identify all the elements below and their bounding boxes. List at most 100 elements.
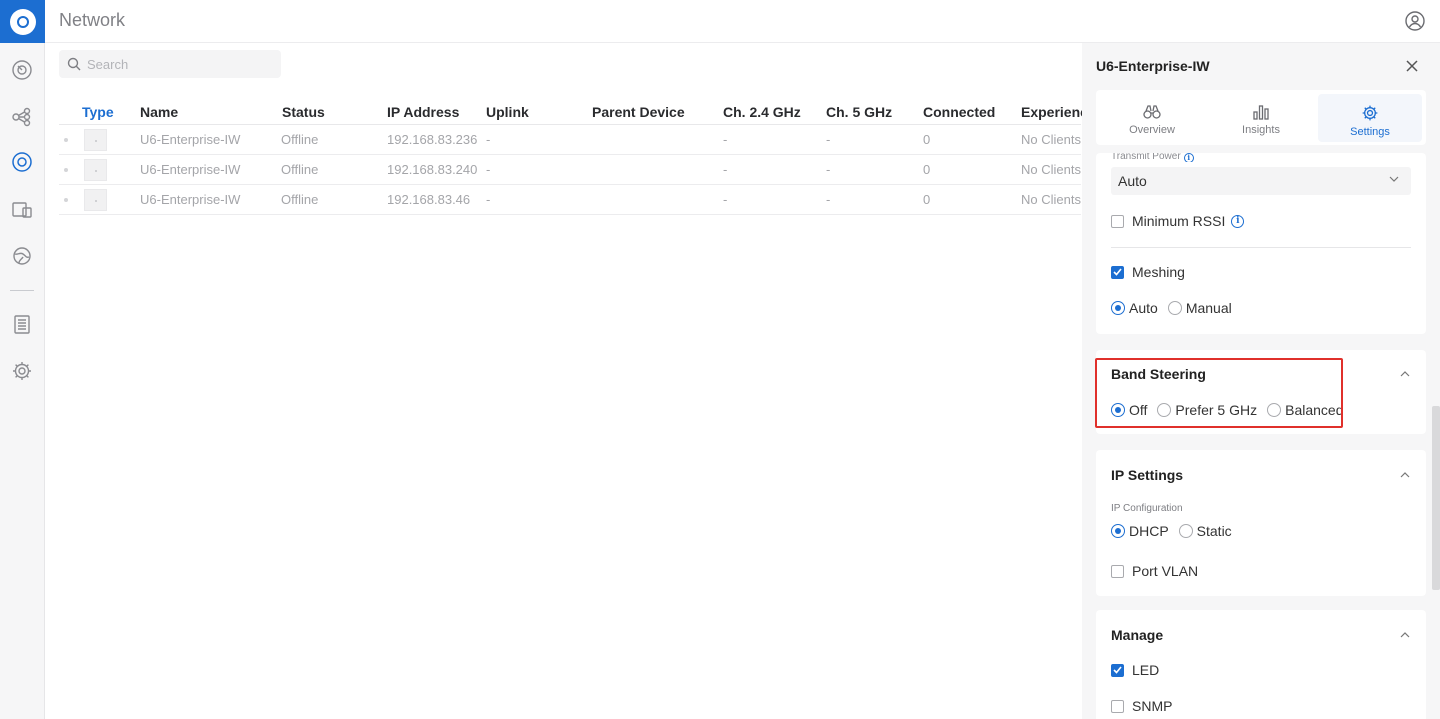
binoculars-icon — [1143, 105, 1161, 119]
chevron-up-icon[interactable] — [1400, 472, 1410, 478]
device-thumbnail — [84, 129, 107, 151]
search-box[interactable] — [59, 50, 281, 78]
port-vlan-option[interactable]: Port VLAN — [1111, 563, 1198, 579]
cell-name: U6-Enterprise-IW — [140, 192, 241, 207]
divider — [1111, 247, 1411, 248]
chevron-up-icon[interactable] — [1400, 371, 1410, 377]
info-icon[interactable]: i — [1231, 214, 1245, 228]
chevron-down-icon — [1389, 176, 1399, 182]
app-logo[interactable] — [0, 0, 45, 43]
radio-settings-card: Transmit Power i Auto Minimum RSSI i Mesh… — [1096, 153, 1426, 334]
rail-divider — [10, 290, 34, 291]
status-dot — [64, 138, 68, 142]
tab-overview[interactable]: Overview — [1100, 94, 1204, 142]
cell-uplink: - — [486, 162, 491, 177]
cell-connected: 0 — [923, 132, 931, 147]
cell-experience: No Clients — [1021, 162, 1081, 177]
column-header-ip-address[interactable]: IP Address — [387, 104, 459, 120]
column-header-experience[interactable]: Experienc — [1021, 104, 1088, 120]
manage-title: Manage — [1111, 627, 1164, 643]
meshing-checkbox[interactable] — [1111, 265, 1124, 279]
cell-ch24: - — [723, 192, 728, 207]
cell-ip: 192.168.83.46 — [387, 192, 471, 207]
snmp-checkbox[interactable] — [1111, 699, 1124, 713]
dashboard-icon[interactable] — [9, 57, 35, 83]
device-thumbnail — [84, 159, 107, 181]
table-row[interactable]: U6-Enterprise-IW Offline 192.168.83.46 -… — [59, 185, 1081, 215]
status-dot — [64, 168, 68, 172]
panel-scrollbar[interactable] — [1432, 406, 1440, 590]
close-icon[interactable] — [1406, 59, 1418, 77]
ip-configuration-radios: DHCP Static — [1111, 523, 1242, 539]
status-dot — [64, 198, 68, 202]
column-header-ch-24[interactable]: Ch. 2.4 GHz — [723, 104, 801, 120]
meshing-auto-radio[interactable]: Auto — [1111, 300, 1158, 316]
table-row[interactable]: U6-Enterprise-IW Offline 192.168.83.236 … — [59, 125, 1081, 155]
ip-configuration-label: IP Configuration — [1111, 503, 1183, 514]
page-title: Network — [59, 10, 126, 30]
cell-connected: 0 — [923, 192, 931, 207]
cell-experience: No Clients — [1021, 192, 1081, 207]
cell-uplink: - — [486, 132, 491, 147]
ip-static-radio[interactable]: Static — [1178, 523, 1232, 539]
column-header-status[interactable]: Status — [282, 104, 325, 120]
left-nav-rail — [0, 0, 45, 719]
cell-uplink: - — [486, 192, 491, 207]
table-row[interactable]: U6-Enterprise-IW Offline 192.168.83.240 … — [59, 155, 1081, 185]
ip-dhcp-radio[interactable]: DHCP — [1111, 523, 1169, 539]
cell-status: Offline — [281, 162, 319, 177]
search-icon — [67, 57, 81, 71]
meshing-mode-radios: Auto Manual — [1111, 300, 1242, 316]
cell-ch5: - — [826, 192, 831, 207]
user-account-icon[interactable] — [1404, 10, 1426, 37]
column-header-ch-5[interactable]: Ch. 5 GHz — [826, 104, 892, 120]
search-input[interactable] — [87, 56, 267, 72]
insights-globe-icon[interactable] — [9, 243, 35, 269]
led-option[interactable]: LED — [1111, 662, 1159, 678]
ip-settings-card: IP Settings IP Configuration DHCP Static… — [1096, 450, 1426, 596]
band-steering-highlight-box — [1095, 358, 1343, 428]
topology-icon[interactable] — [9, 104, 35, 130]
cell-ch24: - — [723, 162, 728, 177]
panel-title: U6-Enterprise-IW — [1096, 58, 1210, 74]
cell-connected: 0 — [923, 162, 931, 177]
table-header: Type Name Status IP Address Uplink Paren… — [59, 100, 1088, 125]
led-checkbox[interactable] — [1111, 663, 1124, 677]
meshing-manual-radio[interactable]: Manual — [1167, 300, 1232, 316]
snmp-option[interactable]: SNMP — [1111, 698, 1172, 714]
top-header: Network — [45, 0, 1440, 43]
gear-icon — [1362, 105, 1378, 121]
cell-ch24: - — [723, 132, 728, 147]
bar-chart-icon — [1253, 105, 1269, 120]
cell-name: U6-Enterprise-IW — [140, 162, 241, 177]
cell-ip: 192.168.83.236 — [387, 132, 478, 147]
column-header-connected[interactable]: Connected — [923, 104, 995, 120]
chevron-up-icon[interactable] — [1400, 632, 1410, 638]
tab-settings[interactable]: Settings — [1318, 94, 1422, 142]
column-header-uplink[interactable]: Uplink — [486, 104, 529, 120]
minimum-rssi-checkbox[interactable] — [1111, 214, 1124, 228]
port-vlan-checkbox[interactable] — [1111, 564, 1124, 578]
transmit-power-label: Transmit Power i — [1111, 153, 1194, 162]
tab-insights[interactable]: Insights — [1209, 94, 1313, 142]
cell-ip: 192.168.83.240 — [387, 162, 478, 177]
manage-card: Manage LED SNMP — [1096, 610, 1426, 719]
column-header-name[interactable]: Name — [140, 104, 178, 120]
column-header-parent-device[interactable]: Parent Device — [592, 104, 685, 120]
clients-icon[interactable] — [9, 197, 35, 223]
devices-icon[interactable] — [9, 149, 35, 175]
info-icon[interactable]: i — [1183, 153, 1194, 162]
meshing-option[interactable]: Meshing — [1111, 264, 1185, 280]
minimum-rssi-option[interactable]: Minimum RSSI i — [1111, 213, 1245, 229]
cell-ch5: - — [826, 132, 831, 147]
logs-icon[interactable] — [9, 311, 35, 337]
cell-name: U6-Enterprise-IW — [140, 132, 241, 147]
settings-gear-icon[interactable] — [9, 358, 35, 384]
transmit-power-select[interactable]: Auto — [1111, 167, 1411, 195]
column-header-type[interactable]: Type — [82, 104, 114, 120]
cell-ch5: - — [826, 162, 831, 177]
panel-tabs: Overview Insights Settings — [1096, 90, 1426, 145]
device-thumbnail — [84, 189, 107, 211]
ip-settings-title: IP Settings — [1111, 467, 1184, 483]
cell-status: Offline — [281, 132, 319, 147]
